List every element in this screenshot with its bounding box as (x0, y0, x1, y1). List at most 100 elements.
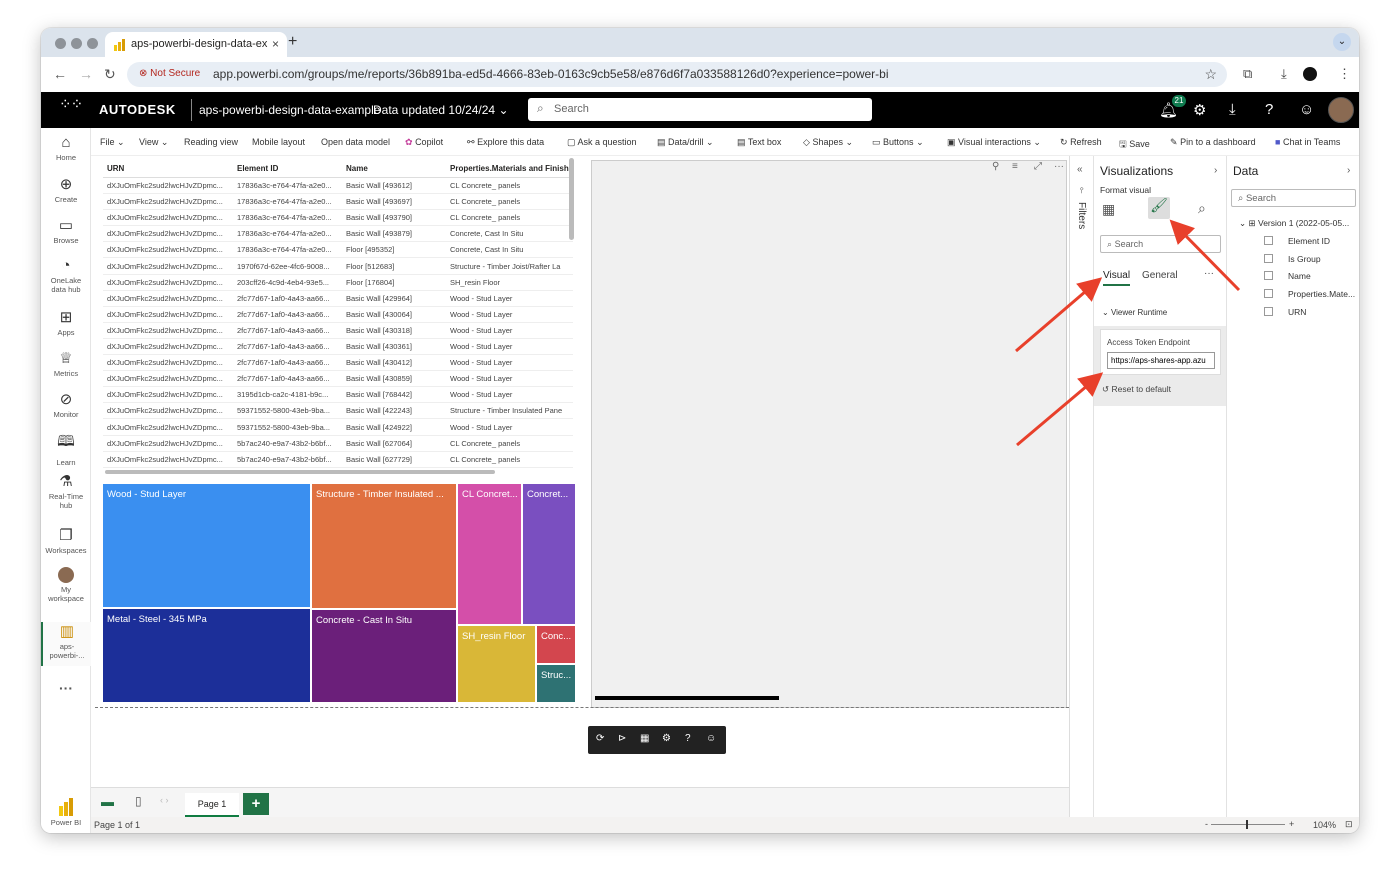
profile-icon[interactable] (1303, 67, 1317, 81)
treemap-tile[interactable]: Metal - Steel - 345 MPa (102, 608, 311, 703)
new-tab-icon[interactable]: + (288, 33, 297, 51)
reset-to-default-button[interactable]: ↺ Reset to default (1102, 384, 1171, 395)
more-options-icon[interactable]: ··· (1054, 161, 1064, 172)
table-row[interactable]: dXJuOmFkc2sud2lwcHJvZDpmc... 5b7ac240-e9a… (103, 452, 573, 468)
table-row[interactable]: dXJuOmFkc2sud2lwcHJvZDpmc... 1970f67d-62e… (103, 259, 573, 275)
browser-menu-icon[interactable]: ⋮ (1338, 66, 1351, 82)
field-checkbox[interactable] (1264, 289, 1273, 298)
viewer-help-icon[interactable]: ? (685, 733, 691, 744)
back-icon[interactable]: ← (53, 66, 67, 82)
close-window-dot[interactable] (55, 38, 66, 49)
table-row[interactable]: dXJuOmFkc2sud2lwcHJvZDpmc... 2fc77d67-1af… (103, 371, 573, 388)
fit-to-page-icon[interactable]: ⊡ (1345, 819, 1353, 830)
table-row[interactable]: dXJuOmFkc2sud2lwcHJvZDpmc... 2fc77d67-1af… (103, 339, 573, 355)
treemap-tile[interactable]: Struc... (536, 664, 576, 703)
ribbon-save[interactable]: 🖫︎ Save (1119, 137, 1150, 153)
url-box[interactable]: ⊗ Not Secure app.powerbi.com/groups/me/r… (127, 62, 1227, 87)
format-more-icon[interactable]: ··· (1204, 268, 1214, 279)
ribbon-explore[interactable]: ⚯ Explore this data (467, 137, 544, 148)
data-search-input[interactable]: ⌕ Search (1231, 189, 1356, 207)
table-row[interactable]: dXJuOmFkc2sud2lwcHJvZDpmc... 17836a3c-e76… (103, 242, 573, 259)
table-row[interactable]: dXJuOmFkc2sud2lwcHJvZDpmc... 2fc77d67-1af… (103, 323, 573, 339)
ribbon-text-box[interactable]: ▤ Text box (737, 137, 781, 148)
column-header-materials[interactable]: Properties.Materials and Finish (450, 164, 573, 173)
treemap-tile[interactable]: SH_resin Floor (457, 625, 536, 703)
nav-realtime-hub[interactable]: ⚗ Real-Time hub (41, 472, 91, 510)
focus-mode-icon[interactable]: ⤢ (1034, 161, 1042, 172)
nav-current-report[interactable]: ▥ aps-powerbi-... (41, 622, 91, 666)
ribbon-pin-dashboard[interactable]: ✎ Pin to a dashboard (1170, 137, 1256, 148)
filter-visual-icon[interactable]: ≡ (1012, 161, 1018, 172)
nav-monitor[interactable]: ⊘ Monitor (41, 390, 91, 419)
header-search-input[interactable]: ⌕ Search (528, 98, 872, 121)
ribbon-file[interactable]: File ⌄ (100, 137, 125, 148)
viewer-runtime-section[interactable]: ⌄ Viewer Runtime (1102, 308, 1167, 317)
column-header-element-id[interactable]: Element ID (237, 164, 278, 173)
report-name[interactable]: aps-powerbi-design-data-example (199, 103, 380, 117)
data-table-node[interactable]: ⌄ ⊞ Version 1 (2022-05-05... (1239, 218, 1349, 229)
table-row[interactable]: dXJuOmFkc2sud2lwcHJvZDpmc... 17836a3c-e76… (103, 194, 573, 211)
field-checkbox[interactable] (1264, 307, 1273, 316)
mobile-layout-icon[interactable]: ▯ (135, 794, 142, 808)
nav-metrics[interactable]: ♕ Metrics (41, 349, 91, 378)
data-updated-dropdown[interactable]: Data updated 10/24/24 ⌄ (373, 103, 509, 117)
feedback-icon[interactable]: ☺ (1299, 101, 1314, 118)
field-element-id[interactable]: Element ID (1288, 236, 1330, 246)
not-secure-label[interactable]: ⊗ Not Secure (139, 68, 200, 79)
browser-tab[interactable]: aps-powerbi-design-data-ex × (105, 32, 287, 57)
model-browser-icon[interactable]: ▦ (640, 733, 649, 744)
zoom-slider[interactable] (1211, 824, 1285, 825)
table-row[interactable]: dXJuOmFkc2sud2lwcHJvZDpmc... 59371552-580… (103, 403, 573, 420)
ribbon-shapes[interactable]: ◇ Shapes ⌄ (803, 137, 853, 148)
table-row[interactable]: dXJuOmFkc2sud2lwcHJvZDpmc... 203cff26-4c9… (103, 275, 573, 291)
treemap-tile[interactable]: Concrete - Cast In Situ (311, 609, 457, 703)
minimize-window-dot[interactable] (71, 38, 82, 49)
nav-browse[interactable]: ▭ Browse (41, 216, 91, 245)
desktop-layout-icon[interactable]: ▬ (101, 794, 114, 809)
table-row[interactable]: dXJuOmFkc2sud2lwcHJvZDpmc... 3195d1cb-ca2… (103, 387, 573, 404)
ribbon-view[interactable]: View ⌄ (139, 137, 168, 148)
pin-visual-icon[interactable]: ⚲ (992, 161, 999, 172)
ribbon-visual-interactions[interactable]: ▣ Visual interactions ⌄ (947, 137, 1041, 148)
nav-create[interactable]: ⊕ Create (41, 175, 91, 204)
table-row[interactable]: dXJuOmFkc2sud2lwcHJvZDpmc... 5b7ac240-e9a… (103, 436, 573, 452)
download-icon[interactable]: ⤓ (1281, 66, 1287, 82)
table-row[interactable]: dXJuOmFkc2sud2lwcHJvZDpmc... 17836a3c-e76… (103, 210, 573, 227)
table-row[interactable]: dXJuOmFkc2sud2lwcHJvZDpmc... 2fc77d67-1af… (103, 355, 573, 372)
zoom-slider-thumb[interactable] (1246, 820, 1248, 829)
user-avatar[interactable] (1328, 97, 1354, 123)
field-properties[interactable]: Properties.Mate... (1288, 289, 1355, 299)
build-visual-icon[interactable]: ▦ (1102, 201, 1115, 218)
app-launcher-icon[interactable]: ⁘⁘ (59, 97, 83, 112)
analytics-icon[interactable]: ⌕ (1198, 200, 1206, 217)
ribbon-mobile-layout[interactable]: Mobile layout (252, 137, 305, 147)
zoom-in-icon[interactable]: + (1289, 819, 1294, 829)
tab-general[interactable]: General (1142, 270, 1178, 281)
page-tab[interactable]: Page 1 (185, 793, 239, 817)
field-urn[interactable]: URN (1288, 307, 1306, 317)
collapse-viz-pane-icon[interactable]: › (1214, 165, 1217, 176)
treemap-tile[interactable]: Concret... (522, 483, 576, 625)
page-prev-icon[interactable]: ‹ › (160, 795, 169, 805)
column-header-urn[interactable]: URN (107, 164, 124, 173)
close-tab-icon[interactable]: × (272, 37, 279, 51)
data-table[interactable]: URN Element ID Name Properties.Materials… (103, 160, 573, 468)
collapse-data-pane-icon[interactable]: › (1347, 165, 1350, 176)
add-page-button[interactable]: + (243, 793, 269, 815)
format-visual-icon[interactable]: 🖌︎ (1148, 197, 1170, 219)
nav-onelake[interactable]: ◔ OneLake data hub (41, 257, 91, 294)
orbit-icon[interactable]: ⟳ (596, 733, 604, 744)
treemap-tile[interactable]: Structure - Timber Insulated ... (311, 483, 457, 609)
table-row[interactable]: dXJuOmFkc2sud2lwcHJvZDpmc... 2fc77d67-1af… (103, 307, 573, 323)
tab-list-chevron-icon[interactable]: ⌄ (1333, 33, 1351, 51)
nav-more-icon[interactable]: ··· (41, 680, 91, 696)
access-token-input[interactable] (1107, 352, 1215, 369)
tab-visual[interactable]: Visual (1103, 270, 1131, 286)
nav-powerbi[interactable]: Power BI (41, 798, 91, 827)
filters-pane-collapsed[interactable]: « ⫯ Filters (1069, 156, 1093, 817)
field-checkbox[interactable] (1264, 236, 1273, 245)
ribbon-refresh[interactable]: ↻ Refresh (1060, 137, 1102, 148)
field-checkbox[interactable] (1264, 254, 1273, 263)
url-text[interactable]: app.powerbi.com/groups/me/reports/36b891… (213, 67, 889, 81)
maximize-window-dot[interactable] (87, 38, 98, 49)
